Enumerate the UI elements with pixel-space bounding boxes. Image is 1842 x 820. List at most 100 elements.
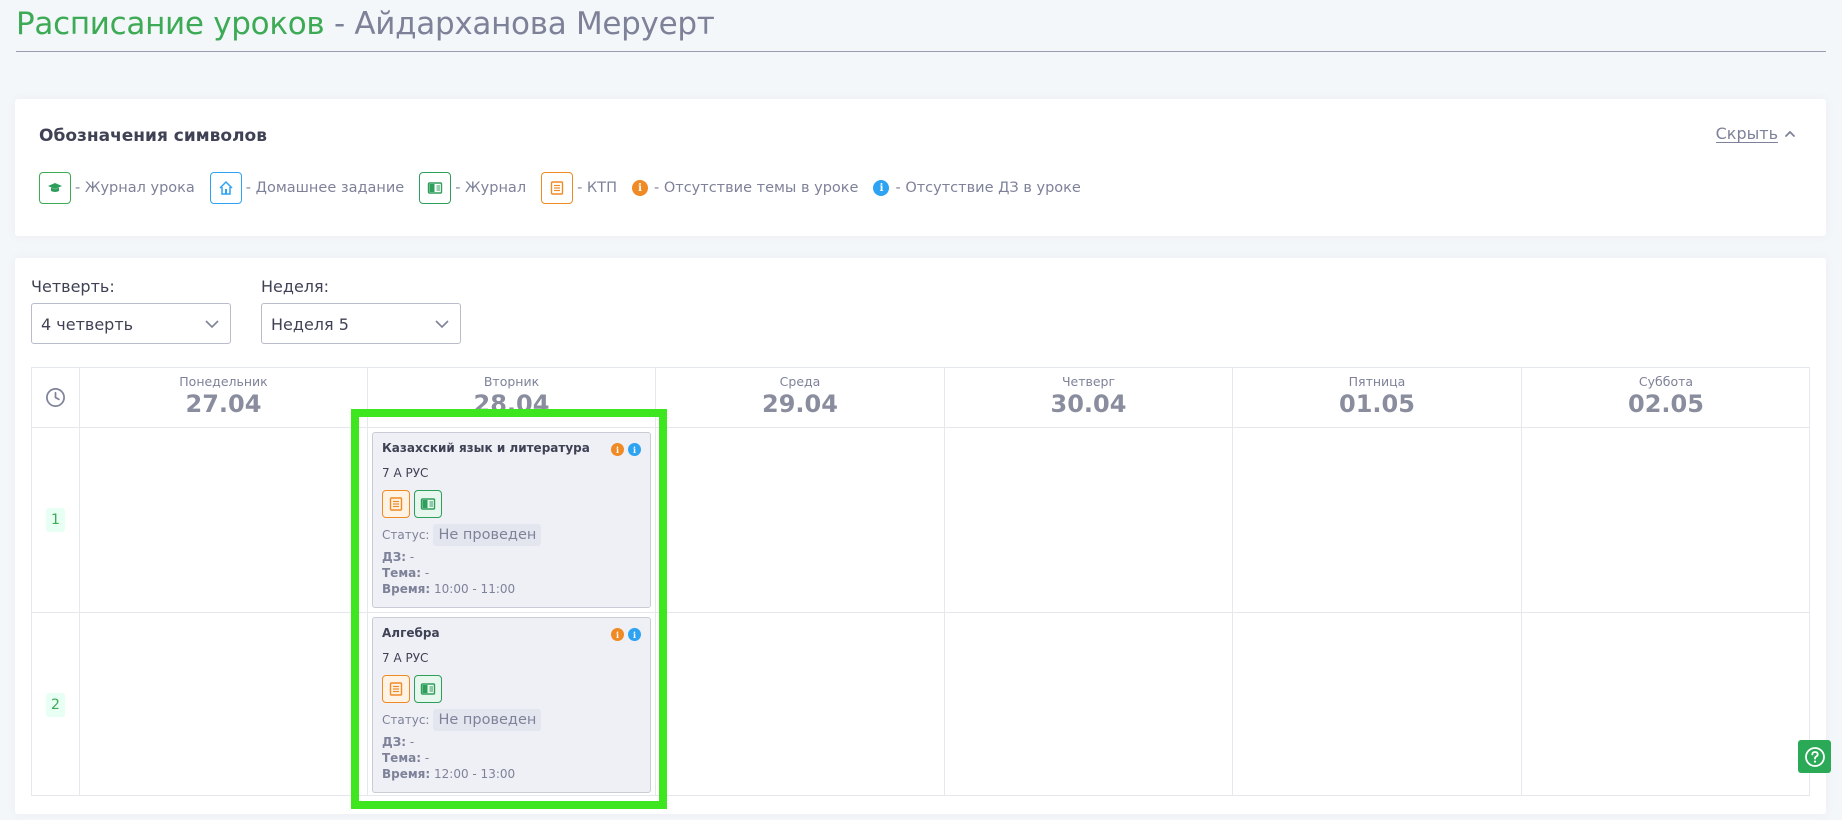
legend-label-no-topic: - Отсутствие темы в уроке [654,180,859,196]
status-label: Статус: [382,713,430,727]
book-icon [419,172,452,204]
status-badge: Не проведен [433,709,542,731]
grid-line [32,427,1809,428]
legend-row: - Журнал урока - Домашнее задание - Журн… [39,172,1096,204]
day-name: Понедельник [179,374,268,389]
chevron-down-icon [205,320,219,329]
time-label: Время: [382,767,431,781]
topic-value: - [424,751,430,765]
info-blue-icon: i [628,628,641,641]
schedule-card: Четверть: 4 четверть Неделя: Неделя 5 По… [15,258,1826,814]
legend-label-ktp: - КТП [577,180,617,196]
topic-label: Тема: [382,566,422,580]
lesson-topic-row: Тема: - [382,567,641,580]
day-date: 02.05 [1628,390,1704,418]
week-select-value: Неделя 5 [271,315,349,334]
lesson-subject: Казахский язык и литература [382,441,590,455]
grid-line [944,368,945,795]
day-date: 27.04 [185,390,262,418]
book-icon [420,683,436,695]
chevron-down-icon [435,320,449,329]
graduation-cap-icon [39,172,71,204]
day-header-wednesday: Среда 29.04 [656,374,944,424]
title-divider [16,51,1826,52]
hide-legend-toggle[interactable]: Скрыть [1715,124,1796,143]
legend-label-homework: - Домашнее задание [245,180,405,196]
time-value: 12:00 - 13:00 [434,767,516,781]
legend-item-ktp: - КТП [541,172,617,204]
period-number: 1 [46,508,65,532]
day-header-friday: Пятница 01.05 [1233,374,1521,424]
lesson-status-row: Статус: Не проведен [382,709,641,731]
legend-title: Обозначения символов [39,126,267,146]
period-number: 2 [46,693,65,717]
time-label: Время: [382,582,431,596]
status-label: Статус: [382,528,430,542]
legend-item-journal: - Журнал [419,172,526,204]
lesson-status-row: Статус: Не проведен [382,524,641,546]
lesson-topic-row: Тема: - [382,752,641,765]
page-title-main: Расписание уроков [16,6,325,42]
legend-item-lesson-journal: - Журнал урока [39,172,195,204]
lesson-class: 7 А РУС [382,466,429,480]
topic-value: - [424,566,430,580]
lesson-time-row: Время: 10:00 - 11:00 [382,583,641,596]
day-name: Четверг [1061,374,1116,389]
lesson-actions [382,675,641,703]
ktp-list-icon [389,497,403,511]
lesson-actions [382,490,641,518]
day-header-thursday: Четверг 30.04 [945,374,1232,424]
quarter-select[interactable]: 4 четверть [31,303,231,344]
day-header-monday: Понедельник 27.04 [80,374,367,424]
page-title-teacher: - Айдарханова Меруерт [324,6,715,42]
lesson-subject: Алгебра [382,626,440,640]
book-icon [420,498,436,510]
legend-label-journal: - Журнал [455,180,527,196]
lesson-card[interactable]: Алгебра i i 7 А РУС Статус: Не проведен … [372,617,651,793]
legend-item-no-topic: i - Отсутствие темы в уроке [632,180,858,196]
hide-legend-label: Скрыть [1715,124,1778,143]
schedule-grid: Понедельник 27.04 Вторник 28.04 Среда 29… [31,367,1810,796]
lesson-hw-row: ДЗ: - [382,551,641,564]
legend-card: Обозначения символов Скрыть - Журнал уро… [15,99,1826,236]
hw-value: - [409,735,415,749]
day-date: 01.05 [1339,390,1415,418]
journal-button[interactable] [414,675,442,703]
day-name: Среда [779,374,821,389]
ktp-list-icon [541,172,574,204]
info-orange-icon: i [611,628,624,641]
grid-line [79,368,80,795]
question-circle-icon [1804,746,1825,767]
clock-icon [46,388,65,407]
grid-line [1521,368,1522,795]
info-orange-icon: i [611,443,624,456]
lesson-card[interactable]: Казахский язык и литература i i 7 А РУС … [372,432,651,608]
legend-item-homework: - Домашнее задание [209,172,405,204]
ktp-button[interactable] [382,490,410,518]
topic-label: Тема: [382,751,422,765]
quarter-select-value: 4 четверть [41,315,134,334]
chevron-up-icon [1785,130,1795,137]
week-select[interactable]: Неделя 5 [261,303,461,344]
day-name: Суббота [1638,374,1694,389]
grid-line [32,612,1809,613]
hw-value: - [409,550,415,564]
help-button[interactable] [1798,740,1831,773]
lesson-class: 7 А РУС [382,651,429,665]
lesson-indicators: i i [611,443,641,456]
day-date: 29.04 [762,390,838,418]
day-name: Пятница [1348,374,1406,389]
legend-item-no-hw: i - Отсутствие ДЗ в уроке [873,180,1081,196]
quarter-label: Четверть: [31,277,115,296]
info-blue-icon: i [873,180,890,196]
day-header-saturday: Суббота 02.05 [1522,374,1810,424]
status-badge: Не проведен [433,524,542,546]
ktp-button[interactable] [382,675,410,703]
info-orange-icon: i [632,180,648,196]
week-label: Неделя: [261,277,330,296]
time-value: 10:00 - 11:00 [434,582,516,596]
home-icon [209,172,242,204]
journal-button[interactable] [414,490,442,518]
legend-label-no-hw: - Отсутствие ДЗ в уроке [895,180,1081,196]
legend-label-lesson-journal: - Журнал урока [75,180,195,196]
